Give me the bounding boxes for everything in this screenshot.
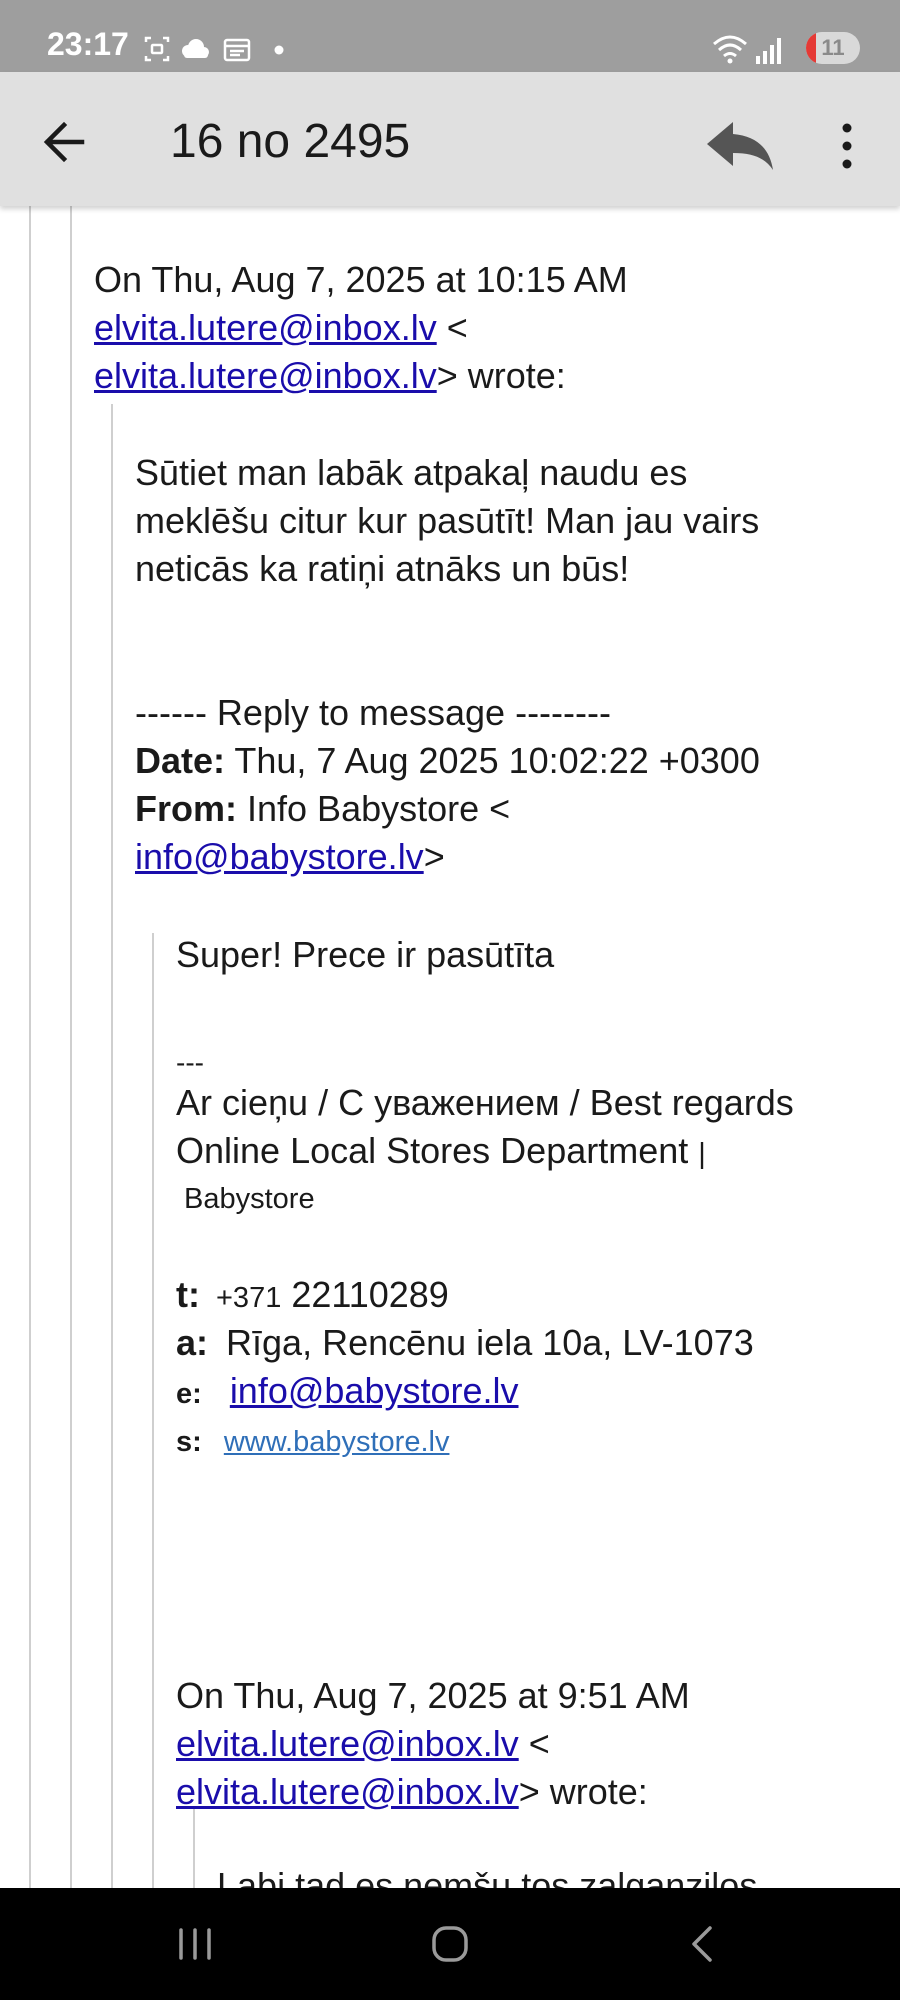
recents-icon xyxy=(179,1928,211,1960)
reply-button[interactable] xyxy=(703,108,777,178)
body3-partial-line: Labi tad es nemšu tos zalganzilos xyxy=(217,1865,758,1888)
nav-back-button[interactable] xyxy=(666,1916,736,1972)
quote-bar-4 xyxy=(152,933,154,1888)
quote-bar-2 xyxy=(70,206,72,1888)
signature-regards: Ar cieņu / С уважением / Best regards xyxy=(176,1082,794,1123)
reply-date-line: Date: Thu, 7 Aug 2025 10:02:22 +0300 xyxy=(135,737,760,785)
wrote-text: > wrote: xyxy=(436,355,566,396)
quote2-wrote-text: > wrote: xyxy=(518,1771,648,1812)
sender-email-link-2[interactable]: elvita.lutere@inbox.lv xyxy=(94,355,437,396)
from-bracket-close: > xyxy=(423,836,445,877)
phone-prefix: +371 xyxy=(216,1282,282,1314)
home-button[interactable] xyxy=(415,1916,485,1972)
quote-bar-3 xyxy=(111,404,113,1888)
quote2-sender-line: elvita.lutere@inbox.lv < xyxy=(176,1720,550,1768)
reply-from-line: From: Info Babystore < xyxy=(135,785,510,833)
calendar-icon xyxy=(223,38,251,62)
quote2-bracket: < xyxy=(518,1723,550,1764)
reply-icon xyxy=(707,122,773,170)
status-left-icons xyxy=(144,36,284,62)
signal-icon xyxy=(756,38,781,64)
battery-low-marker xyxy=(806,32,816,64)
body-line-2: meklēšu citur kur pasūtīt! Man jau vairs xyxy=(135,500,760,541)
body-line-3: neticās ka ratiņi atnāks un būs! xyxy=(135,548,630,589)
cloud-icon xyxy=(182,39,209,58)
from-label: From: xyxy=(135,788,237,829)
battery-level: 11 xyxy=(821,35,845,60)
more-vertical-icon xyxy=(842,123,852,169)
status-bar: 23:17 11 xyxy=(0,0,900,72)
phone-label: t: xyxy=(176,1274,200,1315)
reply-from-email-line: info@babystore.lv> xyxy=(135,833,445,881)
arrow-left-icon xyxy=(43,121,85,163)
signature-email-line: e: info@babystore.lv xyxy=(176,1367,519,1418)
dot-icon xyxy=(274,45,284,55)
site-label: s: xyxy=(176,1426,202,1458)
date-label: Date: xyxy=(135,740,226,781)
quote2-wrote-line: elvita.lutere@inbox.lv> wrote: xyxy=(176,1768,648,1816)
reply-divider: ------ Reply to message -------- xyxy=(135,692,611,733)
nav-back-icon xyxy=(692,1926,712,1962)
from-email-link[interactable]: info@babystore.lv xyxy=(135,836,424,877)
quote-bar-1 xyxy=(29,206,31,1888)
screenshot-icon xyxy=(144,36,170,62)
signature-department: Online Local Stores Department xyxy=(176,1130,689,1171)
message-body[interactable]: On Thu, Aug 7, 2025 at 10:15 AM elvita.l… xyxy=(0,206,900,1888)
signature-department-line: Online Local Stores Department | xyxy=(176,1127,706,1178)
wifi-icon xyxy=(713,35,747,58)
page-title: 16 no 2495 xyxy=(170,115,411,168)
signature-company: Babystore xyxy=(184,1183,315,1215)
back-button[interactable] xyxy=(34,112,96,172)
quote-header-wrote-line: elvita.lutere@inbox.lv> wrote: xyxy=(94,352,566,400)
home-icon xyxy=(432,1926,468,1962)
quote-bar-5 xyxy=(193,1806,195,1888)
signature-email-link[interactable]: info@babystore.lv xyxy=(230,1370,519,1411)
sender-email-link[interactable]: elvita.lutere@inbox.lv xyxy=(94,307,437,348)
status-right-icons: 11 xyxy=(710,32,860,66)
date-value: Thu, 7 Aug 2025 10:02:22 +0300 xyxy=(225,740,760,781)
signature-separator: | xyxy=(698,1138,706,1170)
signature-site-link[interactable]: www.babystore.lv xyxy=(224,1426,450,1458)
system-nav-bar xyxy=(0,1888,900,2000)
reply-body-text: Super! Prece ir pasūtīta xyxy=(176,934,555,975)
address-value: Rīga, Rencēnu iela 10a, LV-1073 xyxy=(226,1322,754,1363)
quote-header-date: On Thu, Aug 7, 2025 at 10:15 AM xyxy=(94,259,628,300)
recents-button[interactable] xyxy=(160,1916,230,1972)
status-time: 23:17 xyxy=(47,26,129,62)
address-label: a: xyxy=(176,1322,209,1363)
quote2-email-link-2[interactable]: elvita.lutere@inbox.lv xyxy=(176,1771,519,1812)
app-bar: 16 no 2495 xyxy=(0,72,900,206)
signature-address-line: a: Rīga, Rencēnu iela 10a, LV-1073 xyxy=(176,1319,754,1367)
body-line-1: Sūtiet man labāk atpakaļ naudu es xyxy=(135,452,688,493)
signature-site-line: s: www.babystore.lv xyxy=(176,1415,449,1466)
quote2-email-link[interactable]: elvita.lutere@inbox.lv xyxy=(176,1723,519,1764)
signature-phone-line: t: +371 22110289 xyxy=(176,1271,449,1322)
from-value: Info Babystore < xyxy=(237,788,511,829)
more-options-button[interactable] xyxy=(830,116,864,176)
phone-number: 22110289 xyxy=(281,1274,449,1315)
sender-bracket: < xyxy=(436,307,468,348)
battery-indicator: 11 xyxy=(806,32,860,64)
quote-header-sender-line: elvita.lutere@inbox.lv < xyxy=(94,304,468,352)
quote2-header-date: On Thu, Aug 7, 2025 at 9:51 AM xyxy=(176,1675,690,1716)
email-label: e: xyxy=(176,1378,202,1410)
